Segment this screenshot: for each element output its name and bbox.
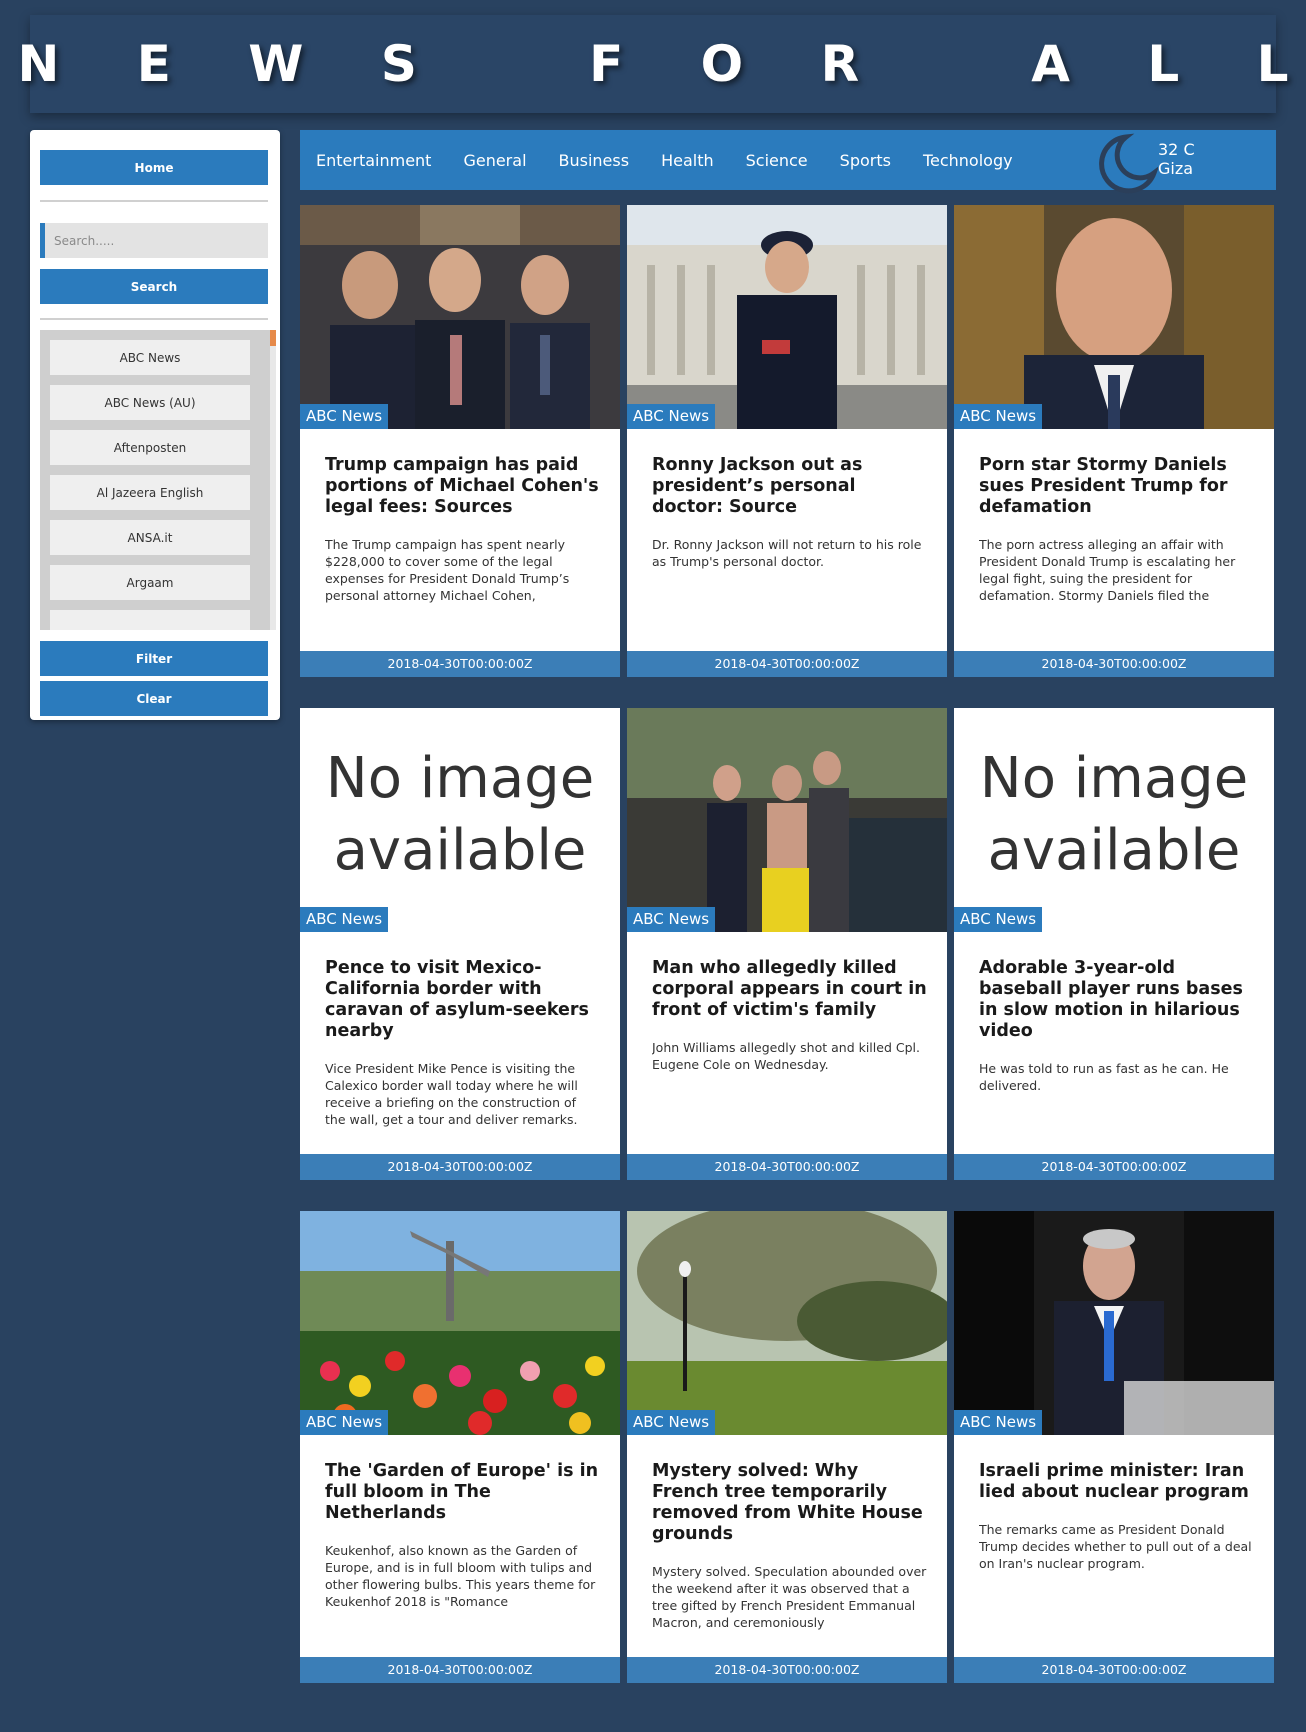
- article-date: 2018-04-30T00:00:00Z: [627, 1657, 947, 1683]
- article-title[interactable]: Man who allegedly killed corporal appear…: [652, 958, 927, 1021]
- article-date: 2018-04-30T00:00:00Z: [300, 651, 620, 677]
- article-card[interactable]: ABC News Trump campaign has paid portion…: [300, 205, 620, 677]
- nav-entertainment[interactable]: Entertainment: [316, 151, 431, 170]
- source-badge: ABC News: [300, 404, 389, 429]
- article-title[interactable]: Adorable 3-year-old baseball player runs…: [979, 958, 1254, 1042]
- source-item[interactable]: ABC News (AU): [50, 385, 250, 420]
- article-date: 2018-04-30T00:00:00Z: [627, 1154, 947, 1180]
- article-description: The porn actress alleging an affair with…: [979, 537, 1236, 603]
- clear-button[interactable]: Clear: [40, 681, 268, 716]
- article-description: Dr. Ronny Jackson will not return to his…: [652, 537, 922, 569]
- source-badge: ABC News: [954, 404, 1043, 429]
- source-badge: ABC News: [954, 907, 1043, 932]
- weather-temp: 32 C: [1158, 140, 1195, 159]
- article-image: [627, 1211, 947, 1435]
- scrollbar[interactable]: [270, 330, 276, 630]
- site-title: N E W S F O R A L L: [17, 35, 1306, 93]
- article-card[interactable]: ABC News Ronny Jackson out as president’…: [627, 205, 947, 677]
- filter-button[interactable]: Filter: [40, 641, 268, 676]
- nav-sports[interactable]: Sports: [840, 151, 891, 170]
- nav-science[interactable]: Science: [746, 151, 808, 170]
- article-date: 2018-04-30T00:00:00Z: [954, 1657, 1274, 1683]
- home-button[interactable]: Home: [40, 150, 268, 185]
- article-date: 2018-04-30T00:00:00Z: [954, 651, 1274, 677]
- article-date: 2018-04-30T00:00:00Z: [300, 1657, 620, 1683]
- source-badge: ABC News: [627, 907, 716, 932]
- weather-city: Giza: [1158, 159, 1194, 178]
- article-title[interactable]: Porn star Stormy Daniels sues President …: [979, 455, 1254, 518]
- article-card[interactable]: ABC News Israeli prime minister: Iran li…: [954, 1211, 1274, 1683]
- source-badge: ABC News: [627, 1410, 716, 1435]
- article-card[interactable]: ABC News Man who allegedly killed corpor…: [627, 708, 947, 1180]
- article-description: The remarks came as President Donald Tru…: [979, 1522, 1252, 1571]
- article-card[interactable]: No image available ABC News Pence to visi…: [300, 708, 620, 1180]
- article-title[interactable]: Ronny Jackson out as president’s persona…: [652, 455, 927, 518]
- site-header: N E W S F O R A L L: [17, 15, 1289, 113]
- no-image-placeholder: No image available: [954, 708, 1274, 932]
- no-image-text: available: [333, 818, 587, 883]
- divider: [40, 200, 268, 202]
- article-date: 2018-04-30T00:00:00Z: [954, 1154, 1274, 1180]
- nav-technology[interactable]: Technology: [923, 151, 1013, 170]
- article-title[interactable]: Pence to visit Mexico-California border …: [325, 958, 600, 1042]
- article-card[interactable]: ABC News Mystery solved: Why French tree…: [627, 1211, 947, 1683]
- source-item-partial[interactable]: [50, 610, 250, 630]
- article-image: [300, 205, 620, 429]
- weather-widget: 32 C Giza: [1096, 130, 1256, 194]
- article-image: [954, 205, 1274, 429]
- source-item[interactable]: ANSA.it: [50, 520, 250, 555]
- article-description: He was told to run as fast as he can. He…: [979, 1061, 1229, 1093]
- no-image-text: No image: [325, 746, 595, 811]
- source-badge: ABC News: [300, 907, 389, 932]
- article-description: Keukenhof, also known as the Garden of E…: [325, 1543, 596, 1609]
- source-badge: ABC News: [627, 404, 716, 429]
- source-item[interactable]: Al Jazeera English: [50, 475, 250, 510]
- source-badge: ABC News: [300, 1410, 389, 1435]
- article-image: No image available: [954, 708, 1274, 932]
- search-button[interactable]: Search: [40, 269, 268, 304]
- article-description: Vice President Mike Pence is visiting th…: [325, 1061, 578, 1127]
- article-date: 2018-04-30T00:00:00Z: [300, 1154, 620, 1180]
- article-card[interactable]: ABC News Porn star Stormy Daniels sues P…: [954, 205, 1274, 677]
- source-item[interactable]: Argaam: [50, 565, 250, 600]
- article-title[interactable]: Trump campaign has paid portions of Mich…: [325, 455, 600, 518]
- nav-health[interactable]: Health: [661, 151, 714, 170]
- nav-general[interactable]: General: [463, 151, 526, 170]
- article-card[interactable]: No image available ABC News Adorable 3-ye…: [954, 708, 1274, 1180]
- article-description: John Williams allegedly shot and killed …: [652, 1040, 920, 1072]
- search-input[interactable]: [40, 223, 268, 258]
- article-title[interactable]: Mystery solved: Why French tree temporar…: [652, 1461, 927, 1545]
- source-item[interactable]: ABC News: [50, 340, 250, 375]
- article-image: [300, 1211, 620, 1435]
- article-image: [627, 205, 947, 429]
- article-description: Mystery solved. Speculation abounded ove…: [652, 1564, 927, 1630]
- divider: [40, 318, 268, 320]
- moon-icon: [1099, 133, 1158, 194]
- source-item[interactable]: Aftenposten: [50, 430, 250, 465]
- category-nav: Entertainment General Business Health Sc…: [300, 130, 1276, 194]
- no-image-text: available: [987, 818, 1241, 883]
- scrollbar-thumb[interactable]: [270, 330, 276, 346]
- article-title[interactable]: Israeli prime minister: Iran lied about …: [979, 1461, 1254, 1503]
- sidebar: Home Search ABC News ABC News (AU) Aften…: [30, 130, 280, 720]
- article-image: No image available: [300, 708, 620, 932]
- source-list[interactable]: ABC News ABC News (AU) Aftenposten Al Ja…: [40, 330, 276, 630]
- article-description: The Trump campaign has spent nearly $228…: [325, 537, 570, 603]
- article-card[interactable]: ABC News The 'Garden of Europe' is in fu…: [300, 1211, 620, 1683]
- nav-business[interactable]: Business: [559, 151, 630, 170]
- no-image-text: No image: [979, 746, 1249, 811]
- article-image: [954, 1211, 1274, 1435]
- article-image: [627, 708, 947, 932]
- no-image-placeholder: No image available: [300, 708, 620, 932]
- article-title[interactable]: The 'Garden of Europe' is in full bloom …: [325, 1461, 600, 1524]
- article-date: 2018-04-30T00:00:00Z: [627, 651, 947, 677]
- source-badge: ABC News: [954, 1410, 1043, 1435]
